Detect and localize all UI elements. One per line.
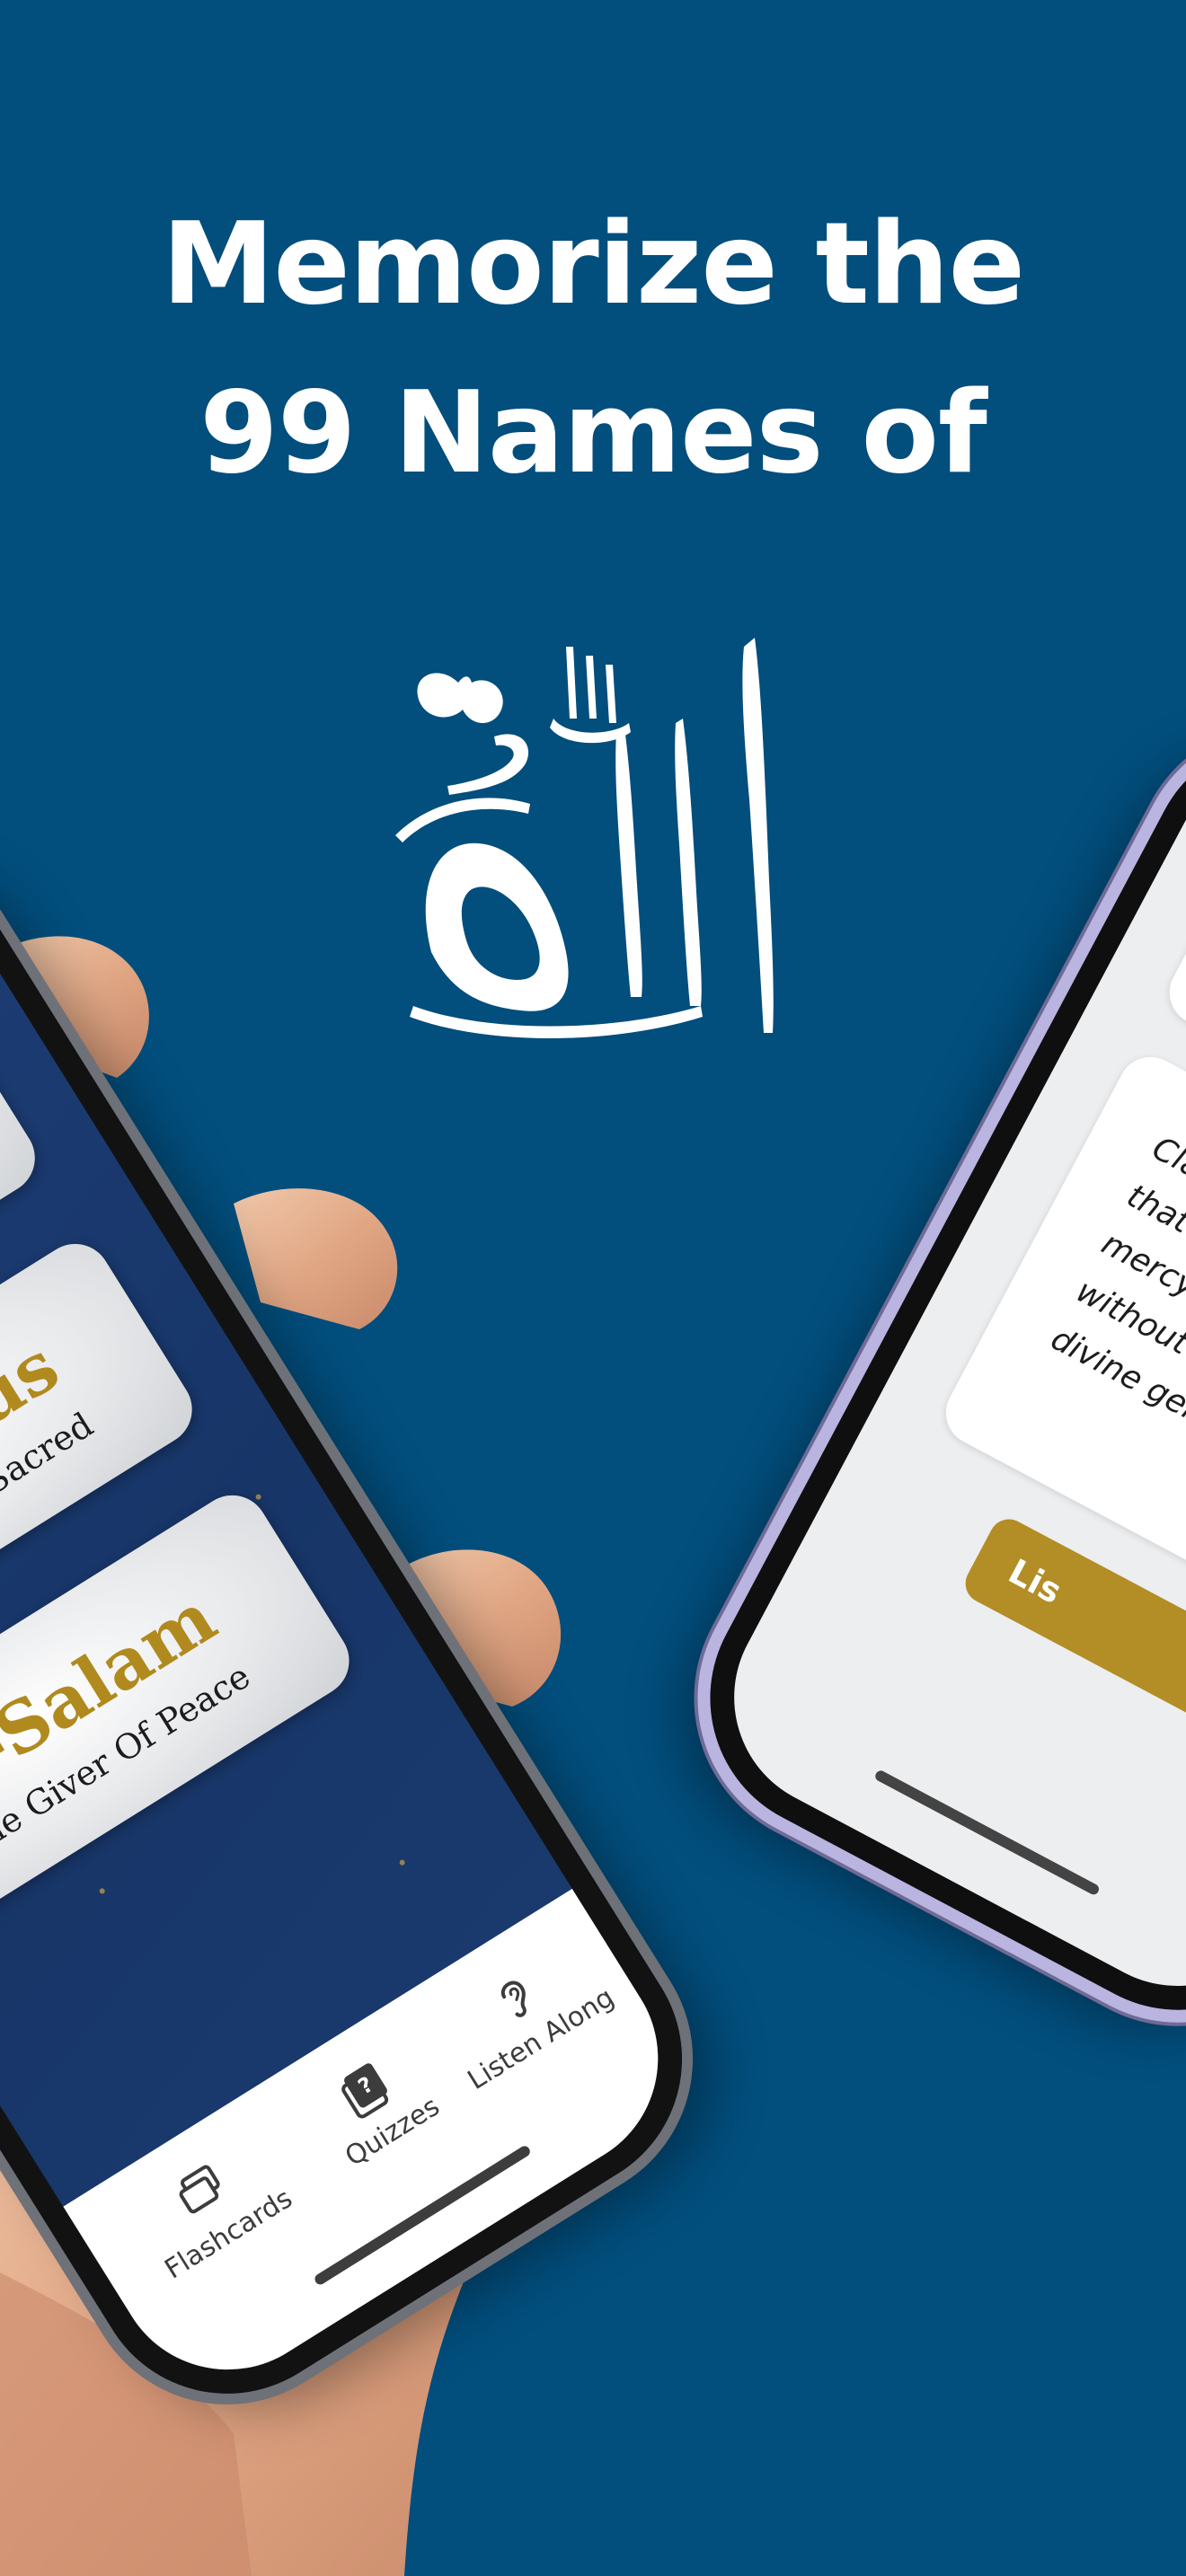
gold-speck xyxy=(398,1858,406,1866)
headline: Memorize the 99 Names of xyxy=(0,180,1186,517)
name-card[interactable]: As-Salam The Giver Of Peace xyxy=(0,1481,363,1924)
headline-line-2: 99 Names of xyxy=(199,366,987,498)
headline-line-1: Memorize the xyxy=(161,198,1025,330)
tab-listen-along[interactable]: Listen Along xyxy=(418,1923,633,2104)
gold-speck xyxy=(98,1887,106,1895)
home-indicator xyxy=(873,1769,1102,1897)
gold-speck xyxy=(254,1493,262,1501)
listen-button[interactable]: Lis xyxy=(958,1512,1186,1769)
